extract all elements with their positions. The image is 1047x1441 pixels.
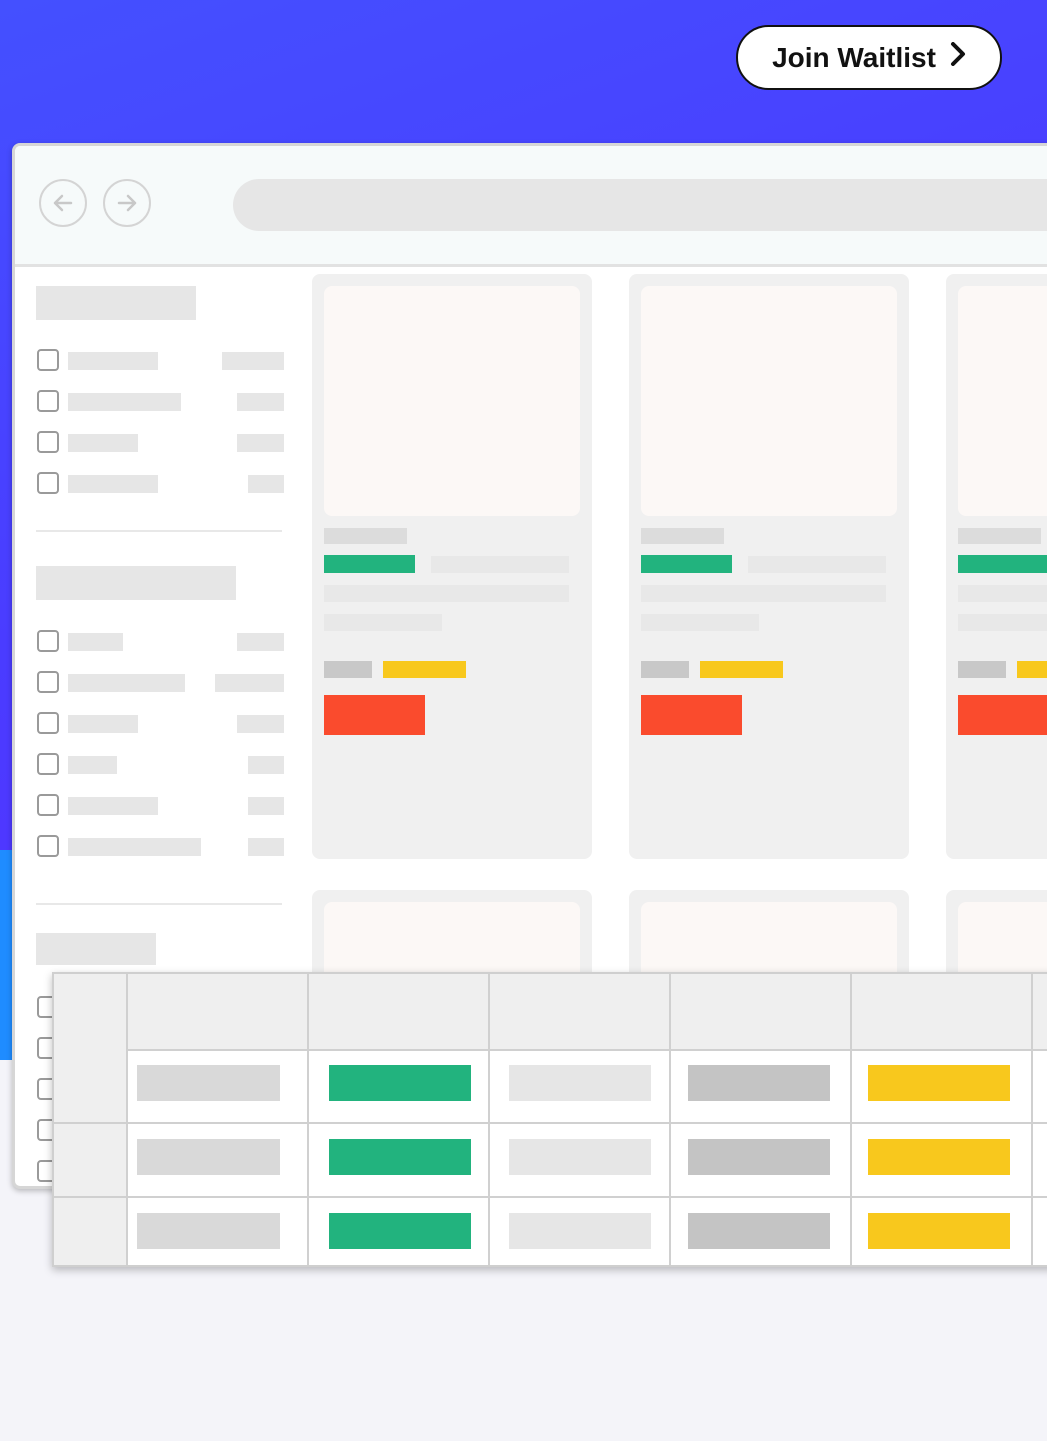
product-price (641, 661, 689, 678)
table-cell (688, 1065, 830, 1101)
join-waitlist-button[interactable]: Join Waitlist (736, 25, 1002, 90)
filter-count (237, 715, 284, 733)
product-title (324, 585, 569, 602)
table-cell (868, 1213, 1010, 1249)
product-subtitle (958, 614, 1047, 631)
product-subtitle (324, 614, 442, 631)
table-gridline (669, 974, 671, 1265)
add-to-cart-button[interactable] (958, 695, 1047, 735)
filter-label (68, 633, 123, 651)
product-image (324, 286, 580, 516)
table-row-header-column (54, 974, 128, 1265)
table-gridline (307, 974, 309, 1265)
filter-label (68, 838, 201, 856)
product-subtitle (641, 614, 759, 631)
arrow-left-icon (53, 194, 73, 212)
filter-group-title (36, 933, 156, 965)
filter-checkbox[interactable] (37, 753, 59, 775)
back-button[interactable] (39, 179, 87, 227)
forward-button[interactable] (103, 179, 151, 227)
address-bar[interactable] (233, 179, 1047, 231)
product-card[interactable] (629, 274, 909, 859)
table-cell (509, 1139, 651, 1175)
filter-label (68, 674, 185, 692)
filter-checkbox[interactable] (37, 712, 59, 734)
product-title (958, 585, 1047, 602)
filter-count (248, 797, 284, 815)
browser-toolbar (15, 146, 1047, 267)
table-cell (509, 1065, 651, 1101)
filter-checkbox[interactable] (37, 794, 59, 816)
filter-count (248, 756, 284, 774)
comparison-table (52, 972, 1047, 1267)
table-gridline (54, 1196, 1047, 1198)
product-tag (958, 555, 1047, 573)
table-cell (137, 1139, 280, 1175)
table-gridline (54, 1122, 1047, 1124)
product-price (958, 661, 1006, 678)
filter-count (215, 674, 284, 692)
filter-label (68, 797, 158, 815)
add-to-cart-button[interactable] (641, 695, 742, 735)
filter-checkbox[interactable] (37, 472, 59, 494)
sidebar-divider (36, 530, 282, 532)
table-header-row (54, 974, 1047, 1051)
filter-checkbox[interactable] (37, 390, 59, 412)
filter-checkbox[interactable] (37, 349, 59, 371)
table-cell (329, 1065, 471, 1101)
product-image (958, 286, 1047, 516)
filter-checkbox[interactable] (37, 630, 59, 652)
product-tag (324, 555, 415, 573)
join-waitlist-label: Join Waitlist (772, 41, 936, 73)
filter-checkbox[interactable] (37, 835, 59, 857)
table-cell (329, 1139, 471, 1175)
table-cell (329, 1213, 471, 1249)
filter-count (248, 475, 284, 493)
table-gridline (850, 974, 852, 1265)
table-cell (137, 1065, 280, 1101)
product-meta (748, 556, 886, 573)
product-brand (641, 528, 724, 544)
sidebar-divider (36, 903, 282, 905)
product-meta (431, 556, 569, 573)
filter-label (68, 715, 138, 733)
filter-group-title (36, 566, 236, 600)
table-cell (868, 1065, 1010, 1101)
product-card[interactable] (946, 274, 1047, 859)
table-cell (868, 1139, 1010, 1175)
table-cell (509, 1213, 651, 1249)
filter-label (68, 352, 158, 370)
table-gridline (1031, 974, 1033, 1265)
product-image (641, 286, 897, 516)
table-cell (688, 1213, 830, 1249)
chevron-right-icon (950, 40, 966, 74)
table-gridline (126, 974, 128, 1265)
filter-checkbox[interactable] (37, 671, 59, 693)
product-brand (958, 528, 1041, 544)
filter-checkbox[interactable] (37, 431, 59, 453)
filter-count (237, 434, 284, 452)
arrow-right-icon (117, 194, 137, 212)
filter-count (222, 352, 284, 370)
filter-group-title (36, 286, 196, 320)
table-cell (688, 1139, 830, 1175)
filter-count (248, 838, 284, 856)
filter-label (68, 393, 181, 411)
product-rating (700, 661, 783, 678)
filter-count (237, 633, 284, 651)
filter-label (68, 475, 158, 493)
product-card[interactable] (312, 274, 592, 859)
product-rating (383, 661, 466, 678)
product-tag (641, 555, 732, 573)
filter-label (68, 756, 117, 774)
table-gridline (488, 974, 490, 1265)
product-rating (1017, 661, 1047, 678)
filter-label (68, 434, 138, 452)
table-cell (137, 1213, 280, 1249)
filter-count (237, 393, 284, 411)
add-to-cart-button[interactable] (324, 695, 425, 735)
product-brand (324, 528, 407, 544)
product-title (641, 585, 886, 602)
product-price (324, 661, 372, 678)
